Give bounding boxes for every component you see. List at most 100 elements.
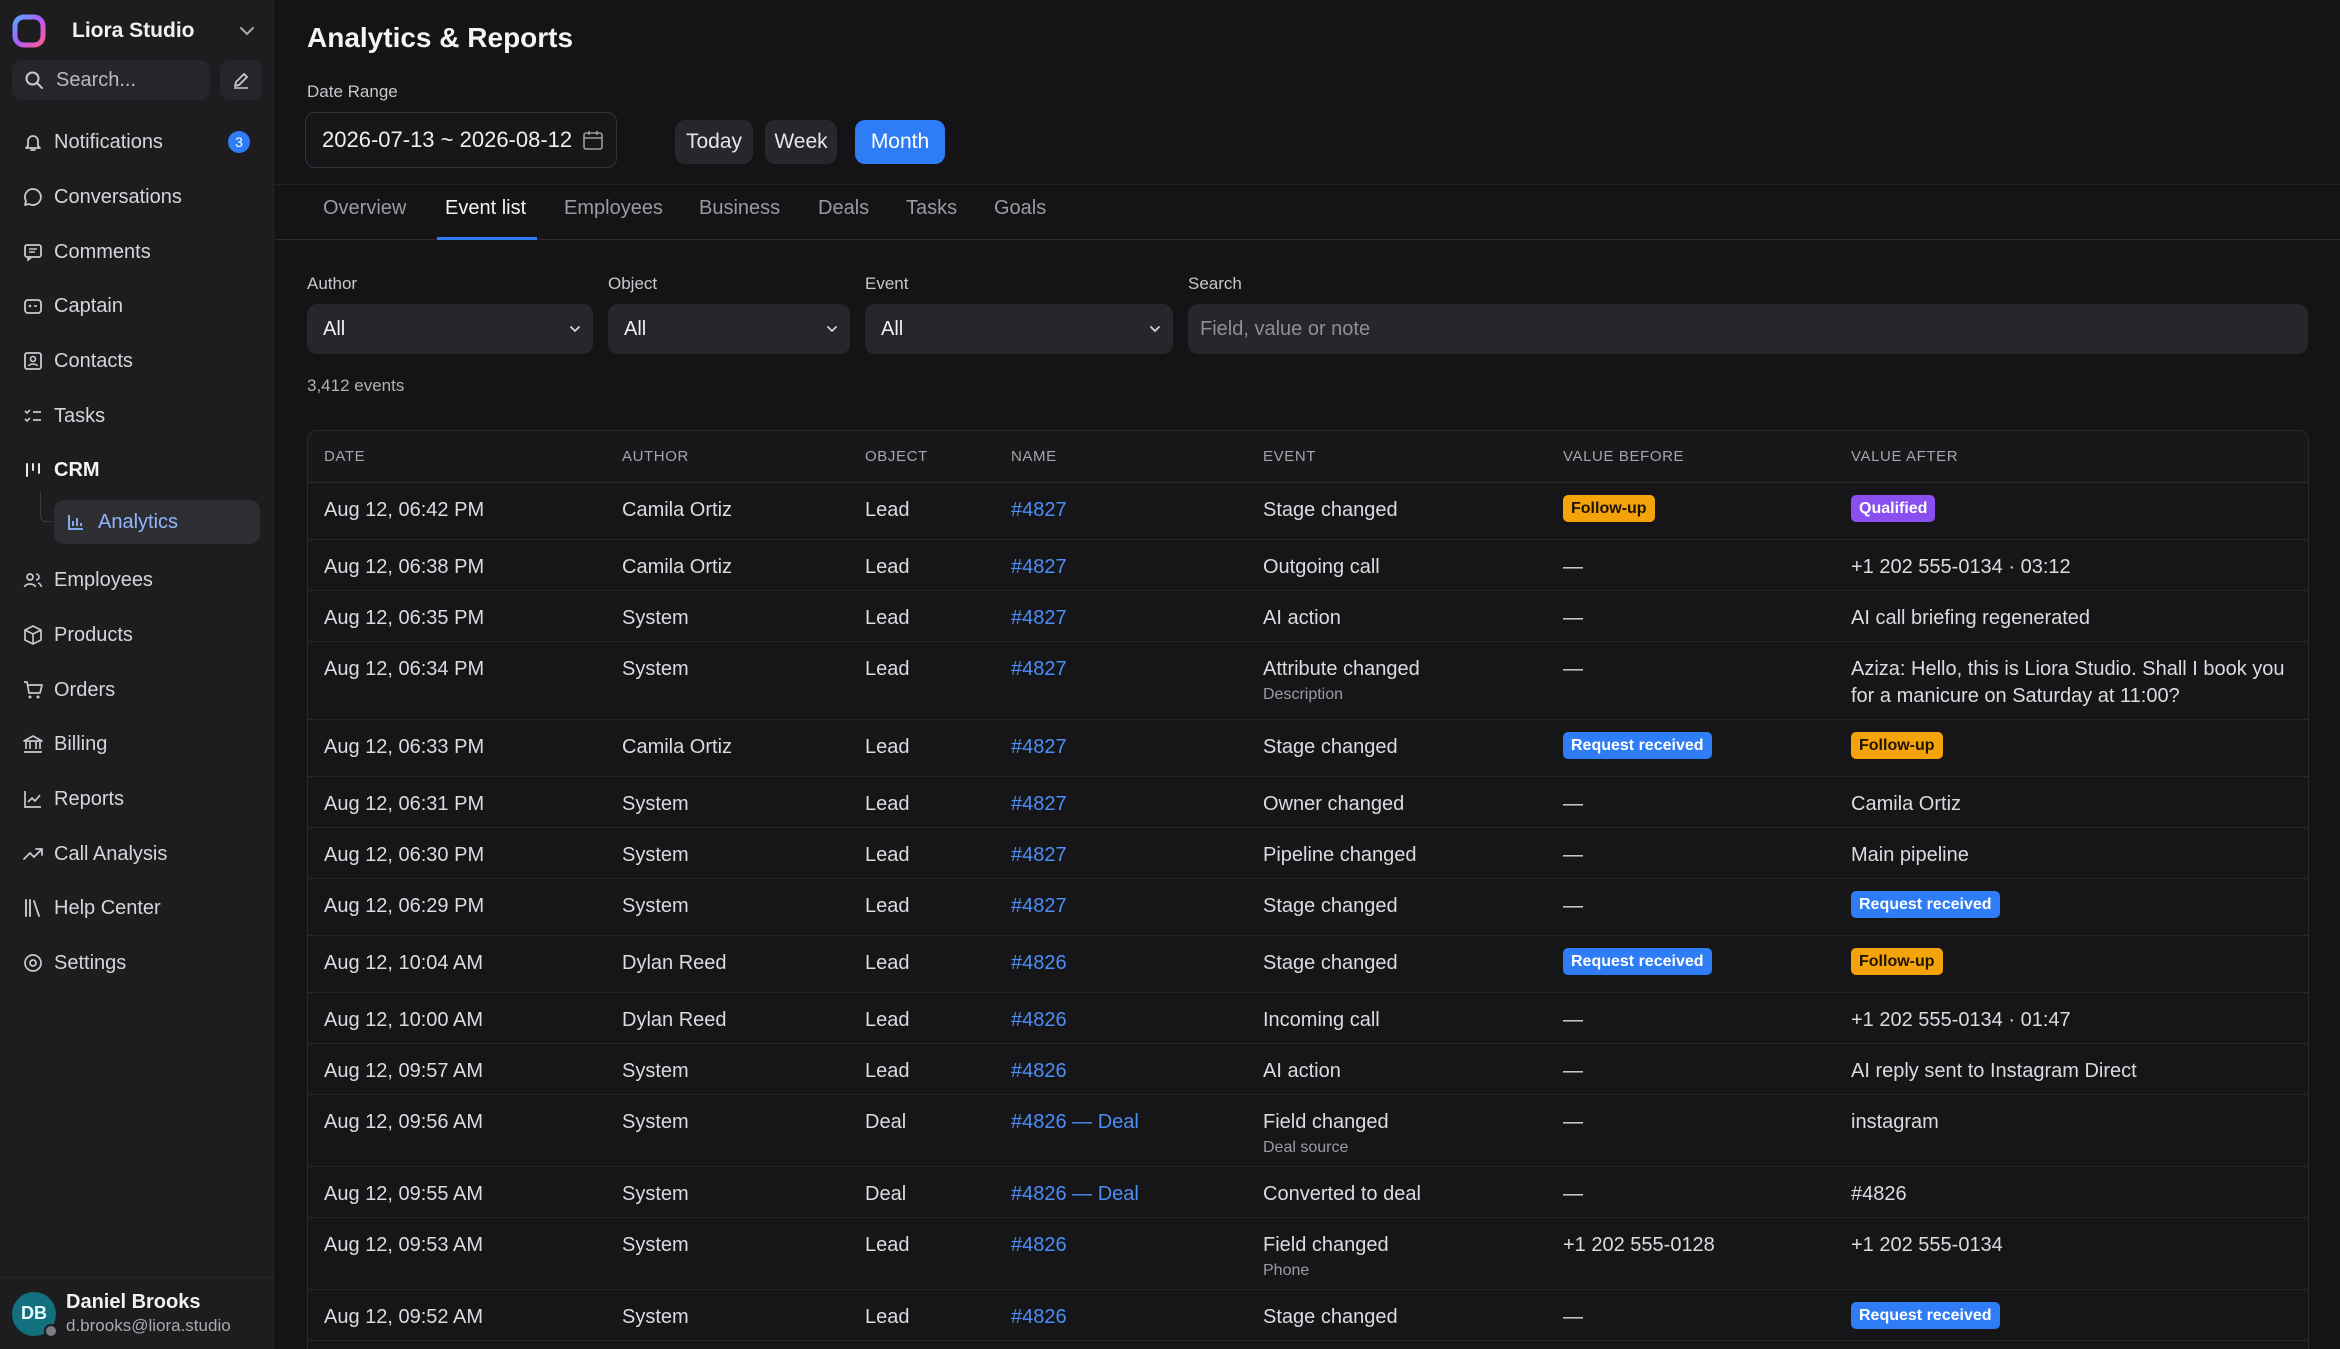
status-badge: Request received [1851,891,2000,918]
tab-goals[interactable]: Goals [994,197,1046,220]
column-header[interactable]: EVENT [1263,448,1316,465]
sidebar-item-comments[interactable]: Comments [10,230,264,274]
sidebar-item-analytics[interactable]: Analytics [54,500,260,544]
column-header[interactable]: AUTHOR [622,448,689,465]
column-header[interactable]: VALUE AFTER [1851,448,1958,465]
cell-value: AI reply sent to Instagram Direct [1851,1060,2137,1082]
record-link[interactable]: #4826 — Deal [1011,1111,1139,1133]
table-row[interactable]: Aug 12, 06:31 PM System Lead #4827 Owner cha… [308,777,2308,828]
author-filter-label: Author [307,274,358,293]
record-link[interactable]: #4826 — Deal [1011,1183,1139,1205]
cell-date: Aug 12, 09:52 AM [324,1306,484,1328]
table-row[interactable]: Aug 12, 06:33 PM Camila Ortiz Lead #4827 Sta… [308,720,2308,777]
avatar: DB [12,1291,58,1338]
sidebar-item-label: Billing [54,732,108,755]
record-link[interactable]: #4827 [1011,895,1067,917]
object-filter-select[interactable]: All [608,304,850,354]
sidebar-item-call-analysis[interactable]: Call Analysis [10,832,264,876]
cell-author: System [622,895,689,917]
tab-tasks[interactable]: Tasks [906,197,957,220]
event-search-input[interactable]: Field, value or note [1188,304,2308,354]
cell-author: System [622,793,689,815]
column-header[interactable]: VALUE BEFORE [1563,448,1684,465]
sidebar-item-products[interactable]: Products [10,613,264,657]
record-link[interactable]: #4827 [1011,793,1067,815]
tab-overview[interactable]: Overview [323,197,406,220]
sidebar-item-reports[interactable]: Reports [10,777,264,821]
record-link[interactable]: #4827 [1011,844,1067,866]
column-header[interactable]: DATE [324,448,365,465]
record-link[interactable]: #4826 [1011,1060,1067,1082]
record-link[interactable]: #4826 [1011,1234,1067,1256]
chevron-down-icon[interactable] [234,18,260,44]
sidebar-item-conversations[interactable]: Conversations [10,175,264,219]
date-range-label: Date Range [307,82,398,101]
status-badge: Qualified [1851,495,1936,522]
status-dot [44,1323,58,1338]
user-profile[interactable]: DB Daniel Brooks d.brooks@liora.studio [0,1277,274,1349]
column-header[interactable]: OBJECT [865,448,928,465]
sidebar-item-billing[interactable]: Billing [10,722,264,766]
tab-deals[interactable]: Deals [818,197,869,220]
workspace-name: Liora Studio [72,19,195,42]
sidebar-item-orders[interactable]: Orders [10,668,264,712]
table-row[interactable]: Aug 12, 09:56 AM System Deal #4826 — Deal Fi… [308,1095,2308,1167]
tab-event-list[interactable]: Event list [445,197,526,220]
table-row[interactable]: Aug 12, 06:34 PM System Lead #4827 Attribute… [308,642,2308,720]
sidebar-item-contacts[interactable]: Contacts [10,339,264,383]
tab-employees[interactable]: Employees [564,197,663,220]
table-row[interactable]: Aug 12, 09:55 AM System Deal #4826 — Deal Co… [308,1167,2308,1218]
date-range-input[interactable]: 2026-07-13 ~ 2026-08-12 [305,112,617,168]
sidebar-item-settings[interactable]: Settings [10,941,264,985]
sidebar-item-captain[interactable]: Captain [10,284,264,328]
compose-button[interactable] [220,60,262,100]
sidebar-item-crm[interactable]: CRM [10,448,264,492]
record-link[interactable]: #4827 [1011,607,1067,629]
cell-object: Lead [865,895,910,917]
table-row[interactable]: Aug 12, 09:53 AM System Lead #4826 Field cha… [308,1218,2308,1290]
record-link[interactable]: #4826 [1011,952,1067,974]
table-row[interactable]: Aug 12, 06:42 PM Camila Ortiz Lead #4827 Sta… [308,483,2308,540]
table-row[interactable]: Aug 12, 09:52 AM System Lead #4826 Stage cha… [308,1290,2308,1341]
cell-object: Lead [865,1306,910,1328]
record-link[interactable]: #4827 [1011,658,1067,680]
tab-bar: Overview Event list Employees Business D… [275,184,2340,240]
user-email: d.brooks@liora.studio [66,1316,231,1335]
sidebar-item-employees[interactable]: Employees [10,558,264,602]
cell-event: Owner changed [1263,793,1405,815]
object-filter-label: Object [608,274,658,293]
cell-date: Aug 12, 09:55 AM [324,1183,484,1205]
table-row[interactable]: Aug 12, 09:57 AM System Lead #4826 AI action… [308,1044,2308,1095]
trend-icon [23,848,43,860]
record-link[interactable]: #4826 [1011,1306,1067,1328]
period-week-button[interactable]: Week [765,120,837,164]
table-row[interactable]: Aug 12, 06:35 PM System Lead #4827 AI action… [308,591,2308,642]
tab-business[interactable]: Business [699,197,780,220]
cell-author: Camila Ortiz [622,736,733,758]
sidebar-item-help-center[interactable]: Help Center [10,886,264,930]
cell-author: System [622,844,689,866]
record-link[interactable]: #4827 [1011,499,1067,521]
sidebar-item-notifications[interactable]: Notifications 3 [10,120,264,164]
cell-event: Field changed [1263,1234,1389,1256]
sidebar-item-tasks[interactable]: Tasks [10,394,264,438]
cell-value: #4826 [1851,1183,1907,1205]
period-today-button[interactable]: Today [675,120,753,164]
table-row[interactable]: Aug 12, 06:38 PM Camila Ortiz Lead #4827 Out… [308,540,2308,591]
cell-value: Main pipeline [1851,844,1969,866]
author-filter-select[interactable]: All [307,304,593,354]
table-row[interactable]: Aug 12, 06:30 PM System Lead #4827 Pipeline … [308,828,2308,879]
record-link[interactable]: #4826 [1011,1009,1067,1031]
table-row[interactable]: Aug 12, 10:04 AM Dylan Reed Lead #4826 Stage… [308,936,2308,993]
table-row[interactable]: Aug 12, 10:00 AM Dylan Reed Lead #4826 Incom… [308,993,2308,1044]
period-month-button[interactable]: Month [855,120,945,164]
workspace-switcher[interactable]: Liora Studio [12,10,260,52]
record-link[interactable]: #4827 [1011,556,1067,578]
column-header[interactable]: NAME [1011,448,1057,465]
cell-date: Aug 12, 06:34 PM [324,658,485,680]
sidebar-search-input[interactable]: Search... [12,60,210,100]
event-filter-select[interactable]: All [865,304,1173,354]
cell-event: AI action [1263,1060,1341,1082]
record-link[interactable]: #4827 [1011,736,1067,758]
table-row[interactable]: Aug 12, 06:29 PM System Lead #4827 Stage cha… [308,879,2308,936]
